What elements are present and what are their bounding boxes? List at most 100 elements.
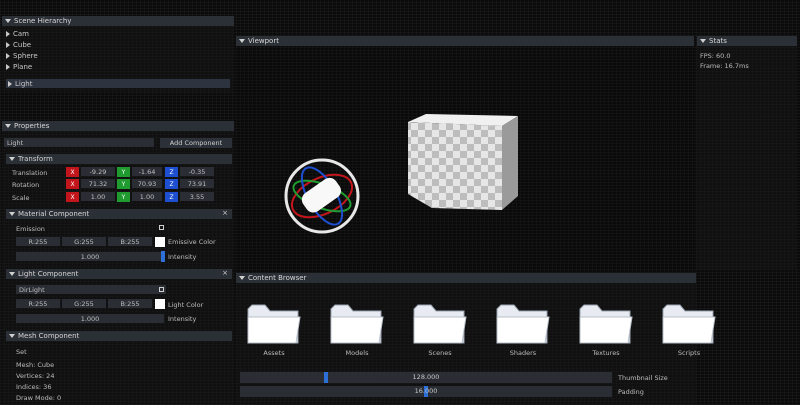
add-component-button[interactable]: Add Component xyxy=(160,138,232,148)
folder-label: Textures xyxy=(592,349,620,357)
folder-label: Models xyxy=(345,349,369,357)
emission-label: Emission xyxy=(16,225,45,233)
translation-z-field[interactable]: -0.35 xyxy=(180,167,214,176)
stats-line: Frame: 16.7ms xyxy=(700,62,749,70)
z-axis-button[interactable]: Z xyxy=(165,179,178,189)
padding-label: Padding xyxy=(618,388,644,396)
transform-gizmo[interactable] xyxy=(284,158,360,234)
folder-icon xyxy=(496,304,550,344)
scale-z-field[interactable]: 3.55 xyxy=(180,192,214,201)
content-browser-title: Content Browser xyxy=(248,274,307,282)
properties-title: Properties xyxy=(14,122,50,130)
expand-arrow-icon[interactable] xyxy=(6,41,10,48)
collapse-icon[interactable] xyxy=(9,272,15,276)
material-component-header[interactable]: Material Component × xyxy=(6,209,232,219)
expand-arrow-icon[interactable] xyxy=(6,52,10,59)
folder-icon xyxy=(662,304,716,344)
emission-b-field[interactable]: B:255 xyxy=(108,237,152,246)
thumbnail-size-slider[interactable]: 128.000 xyxy=(240,372,612,383)
light-g-field[interactable]: G:255 xyxy=(62,299,106,308)
light-type-select[interactable]: DirLight xyxy=(16,285,166,294)
expand-arrow-icon[interactable] xyxy=(6,63,10,70)
translation-label: Translation xyxy=(12,169,48,177)
mesh-set-label[interactable]: Set xyxy=(16,348,27,356)
mesh-info-line: Vertices: 24 xyxy=(16,372,55,380)
rotation-z-field[interactable]: 73.91 xyxy=(180,179,214,188)
z-axis-button[interactable]: Z xyxy=(165,167,178,177)
translation-y-field[interactable]: -1.64 xyxy=(132,167,162,176)
hierarchy-item[interactable]: Cam xyxy=(6,29,29,38)
viewport-title: Viewport xyxy=(248,37,279,45)
scene-hierarchy-title: Scene Hierarchy xyxy=(14,17,72,25)
scale-x-field[interactable]: 1.00 xyxy=(81,192,115,201)
folder-tile[interactable]: Textures xyxy=(578,301,634,363)
y-axis-button[interactable]: Y xyxy=(117,192,130,202)
scene-hierarchy-header[interactable]: Scene Hierarchy xyxy=(2,16,234,26)
viewport-header[interactable]: Viewport xyxy=(236,36,694,46)
hierarchy-item[interactable]: Sphere xyxy=(6,51,38,60)
scale-y-field[interactable]: 1.00 xyxy=(132,192,162,201)
intensity-label: Intensity xyxy=(168,253,197,261)
scene-view[interactable] xyxy=(236,46,694,270)
collapse-icon[interactable] xyxy=(9,157,15,161)
light-b-field[interactable]: B:255 xyxy=(108,299,152,308)
expand-arrow-icon[interactable] xyxy=(6,30,10,37)
rotation-x-field[interactable]: 71.32 xyxy=(81,179,115,188)
light-r-field[interactable]: R:255 xyxy=(16,299,60,308)
close-icon[interactable]: × xyxy=(222,209,228,217)
object-name-input[interactable]: Light xyxy=(4,138,154,147)
folder-tile[interactable]: Assets xyxy=(246,301,302,363)
collapse-icon[interactable] xyxy=(9,212,15,216)
z-axis-button[interactable]: Z xyxy=(165,192,178,202)
y-axis-button[interactable]: Y xyxy=(117,179,130,189)
translation-x-field[interactable]: -9.29 xyxy=(81,167,115,176)
x-axis-button[interactable]: X xyxy=(66,192,79,202)
content-browser-header[interactable]: Content Browser xyxy=(236,273,696,283)
close-icon[interactable]: × xyxy=(222,269,228,277)
viewport-panel: Viewport xyxy=(236,36,694,270)
hierarchy-item[interactable]: Cube xyxy=(6,40,31,49)
transform-header[interactable]: Transform xyxy=(6,154,232,164)
mesh-component-header[interactable]: Mesh Component xyxy=(6,331,232,341)
light-component-header[interactable]: Light Component × xyxy=(6,269,232,279)
emission-g-field[interactable]: G:255 xyxy=(62,237,106,246)
hierarchy-item[interactable]: Plane xyxy=(6,62,32,71)
intensity-slider-handle[interactable] xyxy=(161,251,165,262)
folder-label: Scripts xyxy=(677,349,701,357)
hierarchy-item-selected[interactable]: Light xyxy=(6,79,230,88)
emission-checkbox[interactable] xyxy=(159,225,164,230)
stats-title: Stats xyxy=(709,37,727,45)
stats-line: FPS: 60.0 xyxy=(700,52,731,60)
padding-slider[interactable]: 16.000 xyxy=(240,386,612,397)
stats-header[interactable]: Stats xyxy=(697,36,797,46)
light-intensity-slider[interactable]: 1.000 xyxy=(16,314,164,323)
collapse-icon[interactable] xyxy=(9,334,15,338)
folder-tile[interactable]: Models xyxy=(329,301,385,363)
collapse-icon[interactable] xyxy=(239,39,245,43)
collapse-icon[interactable] xyxy=(5,124,11,128)
emission-color-swatch[interactable] xyxy=(155,237,165,247)
expand-arrow-icon[interactable] xyxy=(8,80,12,87)
light-color-label: Light Color xyxy=(168,301,204,309)
folder-tile[interactable]: Scripts xyxy=(661,301,717,363)
folder-label: Shaders xyxy=(509,349,537,357)
emission-color-label: Emissive Color xyxy=(168,238,216,246)
emission-r-field[interactable]: R:255 xyxy=(16,237,60,246)
folder-tile[interactable]: Scenes xyxy=(412,301,468,363)
collapse-icon[interactable] xyxy=(700,39,706,43)
x-axis-button[interactable]: X xyxy=(66,179,79,189)
light-color-swatch[interactable] xyxy=(155,299,165,309)
x-axis-button[interactable]: X xyxy=(66,167,79,177)
light-checkbox[interactable] xyxy=(159,287,164,292)
y-axis-button[interactable]: Y xyxy=(117,167,130,177)
folder-icon xyxy=(413,304,467,344)
collapse-icon[interactable] xyxy=(5,19,11,23)
intensity-slider[interactable]: 1.000 xyxy=(16,252,164,261)
rotation-y-field[interactable]: 70.93 xyxy=(132,179,162,188)
folder-tile[interactable]: Shaders xyxy=(495,301,551,363)
content-browser-panel: Content Browser Assets Models Scenes Shader… xyxy=(236,273,716,405)
collapse-icon[interactable] xyxy=(239,276,245,280)
checker-cube[interactable] xyxy=(408,114,518,210)
properties-header[interactable]: Properties xyxy=(2,121,234,131)
folder-label: Assets xyxy=(263,349,285,357)
